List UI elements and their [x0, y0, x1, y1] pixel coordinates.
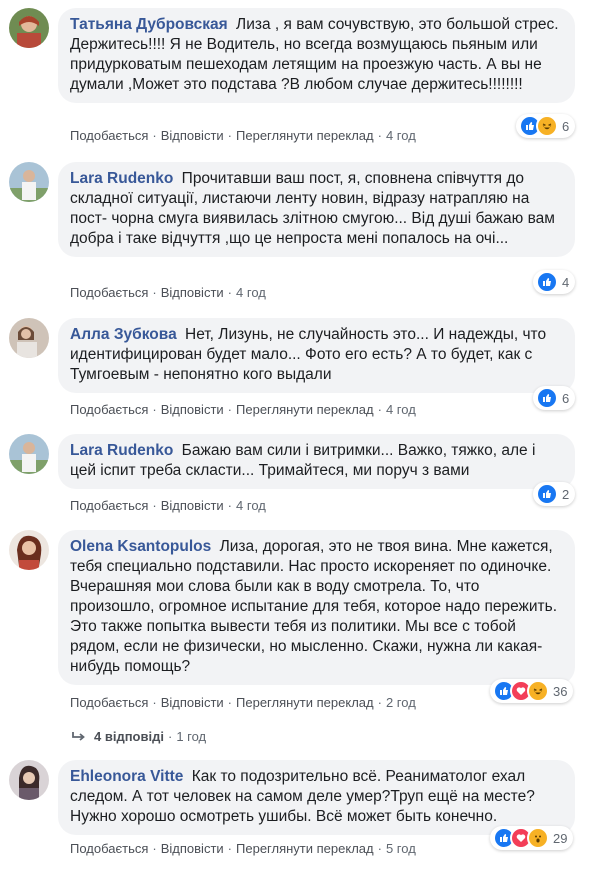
- reaction-summary[interactable]: 2: [533, 482, 576, 506]
- comment-text: Лиза, дорогая, это не твоя вина. Мне каж…: [70, 538, 558, 675]
- comment-actions: Подобається · Відповісти · 4 год: [70, 285, 266, 300]
- comment-bubble: Olena Ksantopulos Лиза, дорогая, это не …: [58, 530, 575, 685]
- comment-actions: Подобається · Відповісти · Переглянути перек…: [70, 402, 416, 417]
- avatar-photo: [9, 8, 49, 48]
- reply-link[interactable]: Відповісти: [161, 285, 224, 300]
- reaction-count: 29: [553, 830, 568, 846]
- comment-bubble: Ehleonora Vitte Как то подозрительно всё…: [58, 760, 575, 835]
- like-icon: [536, 387, 558, 409]
- reply-link[interactable]: Відповісти: [161, 695, 224, 710]
- see-translation-link[interactable]: Переглянути переклад: [236, 128, 374, 143]
- avatar[interactable]: [9, 530, 49, 570]
- avatar-photo: [9, 318, 49, 358]
- like-link[interactable]: Подобається: [70, 498, 148, 513]
- reaction-count: 6: [562, 390, 570, 406]
- see-translation-link[interactable]: Переглянути переклад: [236, 402, 374, 417]
- comment-actions: Подобається · Відповісти · Переглянути перек…: [70, 128, 416, 143]
- reaction-summary[interactable]: 6: [516, 114, 576, 138]
- avatar[interactable]: [9, 162, 49, 202]
- haha-icon: [527, 680, 549, 702]
- like-link[interactable]: Подобається: [70, 841, 148, 856]
- like-icon: [536, 483, 558, 505]
- view-replies-link[interactable]: 4 відповіді · 1 год: [72, 729, 206, 744]
- avatar-photo: [9, 760, 49, 800]
- see-translation-link[interactable]: Переглянути переклад: [236, 841, 374, 856]
- like-link[interactable]: Подобається: [70, 402, 148, 417]
- reaction-summary[interactable]: 4: [533, 270, 576, 294]
- comment-time[interactable]: 4 год: [236, 498, 266, 513]
- see-translation-link[interactable]: Переглянути переклад: [236, 695, 374, 710]
- comment-bubble: Lara Rudenko Прочитавши ваш пост, я, спо…: [58, 162, 575, 257]
- reply-link[interactable]: Відповісти: [161, 841, 224, 856]
- comment-time[interactable]: 2 год: [386, 695, 416, 710]
- comment-actions: Подобається · Відповісти · Переглянути перек…: [70, 695, 416, 710]
- reaction-summary[interactable]: 6: [533, 386, 576, 410]
- comment-author[interactable]: Olena Ksantopulos: [70, 538, 211, 555]
- comment-actions: Подобається · Відповісти · 4 год: [70, 498, 266, 513]
- comment-bubble: Алла Зубкова Нет, Лизунь, не случайность…: [58, 318, 575, 393]
- comment-actions: Подобається · Відповісти · Переглянути перек…: [70, 841, 416, 856]
- comment-time[interactable]: 5 год: [386, 841, 416, 856]
- comment-bubble: Татьяна Дубровская Лиза , я вам сочувств…: [58, 8, 575, 103]
- like-link[interactable]: Подобається: [70, 285, 148, 300]
- replies-time: 1 год: [176, 729, 207, 744]
- reaction-summary[interactable]: 29: [490, 826, 574, 850]
- like-link[interactable]: Подобається: [70, 128, 148, 143]
- reply-link[interactable]: Відповісти: [161, 402, 224, 417]
- avatar-photo: [9, 434, 49, 474]
- comment-author[interactable]: Ehleonora Vitte: [70, 768, 183, 785]
- avatar[interactable]: [9, 760, 49, 800]
- comment-time[interactable]: 4 год: [236, 285, 266, 300]
- reaction-summary[interactable]: 36: [490, 679, 574, 703]
- wow-icon: [527, 827, 549, 849]
- like-icon: [536, 271, 558, 293]
- comment-author[interactable]: Татьяна Дубровская: [70, 16, 228, 33]
- reply-link[interactable]: Відповісти: [161, 128, 224, 143]
- comment-time[interactable]: 4 год: [386, 128, 416, 143]
- haha-icon: [536, 115, 558, 137]
- replies-count[interactable]: 4 відповіді: [94, 729, 164, 744]
- avatar[interactable]: [9, 434, 49, 474]
- comment-author[interactable]: Алла Зубкова: [70, 326, 177, 343]
- comment-author[interactable]: Lara Rudenko: [70, 442, 173, 459]
- avatar[interactable]: [9, 8, 49, 48]
- reaction-count: 6: [562, 118, 570, 134]
- reply-link[interactable]: Відповісти: [161, 498, 224, 513]
- avatar[interactable]: [9, 318, 49, 358]
- reaction-count: 4: [562, 274, 570, 290]
- reaction-count: 36: [553, 683, 568, 699]
- comment-author[interactable]: Lara Rudenko: [70, 170, 173, 187]
- reaction-count: 2: [562, 486, 570, 502]
- like-link[interactable]: Подобається: [70, 695, 148, 710]
- reply-arrow-icon: [72, 732, 85, 741]
- avatar-photo: [9, 530, 49, 570]
- comment-bubble: Lara Rudenko Бажаю вам сили і витримки..…: [58, 434, 575, 489]
- avatar-photo: [9, 162, 49, 202]
- comment-time[interactable]: 4 год: [386, 402, 416, 417]
